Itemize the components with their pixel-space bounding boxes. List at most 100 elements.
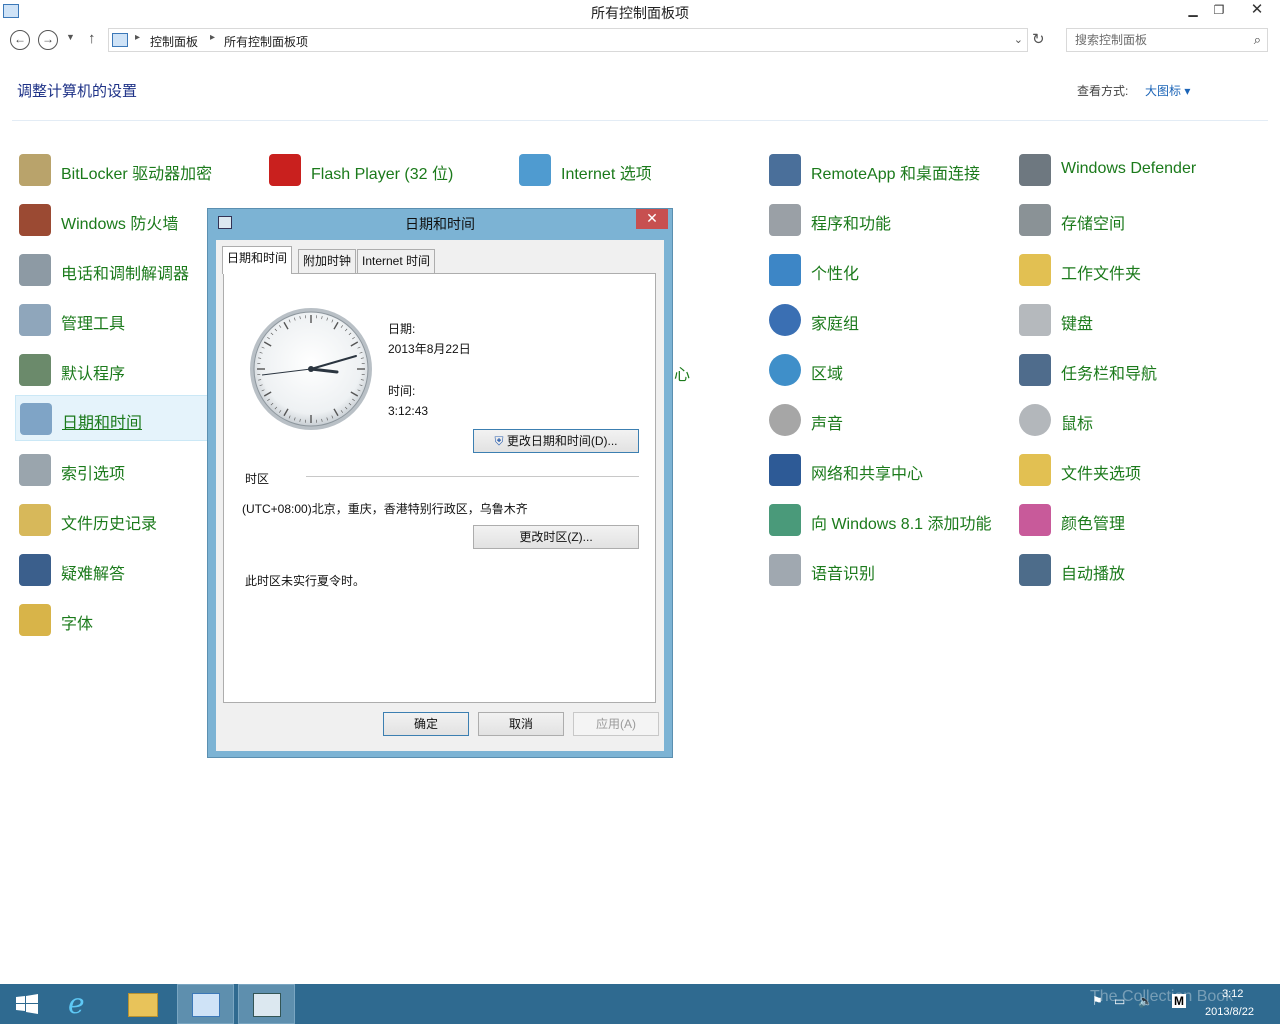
search-icon[interactable]: ⌕ xyxy=(1254,32,1261,48)
color-management-icon xyxy=(1019,504,1051,536)
refresh-icon[interactable]: ↻ xyxy=(1032,30,1045,48)
item-add-features[interactable]: 向 Windows 8.1 添加功能 xyxy=(765,497,1013,543)
header-divider xyxy=(12,120,1268,121)
breadcrumb-control-panel[interactable]: 控制面板 xyxy=(150,33,198,50)
item-programs-features[interactable]: 程序和功能 xyxy=(765,197,1013,243)
folder-options-icon xyxy=(1019,454,1051,486)
date-time-dialog: 日期和时间 ✕ 日期和时间 附加时钟 Internet 时间 日期: 2013年… xyxy=(207,208,673,758)
item-network-sharing[interactable]: 网络和共享中心 xyxy=(765,447,1013,493)
item-personalization[interactable]: 个性化 xyxy=(765,247,1013,293)
internet-explorer-icon: e xyxy=(68,987,85,1020)
view-by-label: 查看方式: xyxy=(1077,84,1129,98)
flash-player-icon xyxy=(269,154,301,186)
tab-internet-time[interactable]: Internet 时间 xyxy=(357,249,436,273)
cancel-button[interactable]: 取消 xyxy=(478,712,564,736)
change-date-time-button[interactable]: ⛨ 更改日期和时间(D)... xyxy=(473,429,639,453)
tab-panel: 日期: 2013年8月22日 时间: 3:12:43 ⛨ 更改日期和时间(D).… xyxy=(223,273,656,703)
programs-features-icon xyxy=(769,204,801,236)
item-mouse[interactable]: 鼠标 xyxy=(1015,397,1263,443)
taskbar-control-panel[interactable] xyxy=(177,984,234,1024)
item-region[interactable]: 区域 xyxy=(765,347,1013,393)
item-keyboard[interactable]: 键盘 xyxy=(1015,297,1263,343)
taskbar-internet-explorer[interactable]: e xyxy=(56,984,112,1024)
item-windows-defender[interactable]: Windows Defender xyxy=(1015,147,1263,193)
change-timezone-button[interactable]: 更改时区(Z)... xyxy=(473,525,639,549)
bitlocker-icon xyxy=(19,154,51,186)
file-history-icon xyxy=(19,504,51,536)
folder-icon xyxy=(128,993,158,1017)
item-work-folders[interactable]: 工作文件夹 xyxy=(1015,247,1263,293)
shield-icon: ⛨ xyxy=(494,434,504,448)
recent-locations-dropdown-icon[interactable]: ▼ xyxy=(66,32,75,42)
dst-note: 此时区未实行夏令时。 xyxy=(245,574,366,588)
item-sound[interactable]: 声音 xyxy=(765,397,1013,443)
item-date-time[interactable]: 日期和时间 xyxy=(15,395,209,441)
date-label: 日期: xyxy=(388,322,416,336)
timezone-value: (UTC+08:00)北京，重庆，香港特别行政区，乌鲁木齐 xyxy=(242,502,528,516)
minimize-button[interactable]: ▁ xyxy=(1180,0,1206,22)
partial-item-label[interactable]: 心 xyxy=(674,361,690,385)
homegroup-icon xyxy=(769,304,801,336)
address-dropdown-icon[interactable]: ⌄ xyxy=(1014,33,1023,46)
sound-icon xyxy=(769,404,801,436)
item-storage-spaces[interactable]: 存储空间 xyxy=(1015,197,1263,243)
window-title: 所有控制面板项 xyxy=(591,5,689,21)
volume-icon[interactable]: 🔈 xyxy=(1138,994,1153,1008)
control-panel-icon xyxy=(112,33,128,47)
item-flash-player[interactable]: Flash Player (32 位) xyxy=(265,147,513,193)
add-features-icon xyxy=(769,504,801,536)
taskbar-date[interactable]: 2013/8/22 xyxy=(1205,1006,1254,1018)
view-by-dropdown[interactable]: 大图标 ▾ xyxy=(1145,82,1190,99)
mouse-icon xyxy=(1019,404,1051,436)
timezone-heading: 时区 xyxy=(245,472,270,486)
address-bar[interactable]: ▸ 控制面板 ▸ 所有控制面板项 ⌄ xyxy=(108,28,1028,52)
item-remoteapp[interactable]: RemoteApp 和桌面连接 xyxy=(765,147,1013,193)
watermark: The Collection Book xyxy=(1090,988,1234,1005)
windows-logo-icon xyxy=(16,994,38,1014)
fonts-icon xyxy=(19,604,51,636)
tab-date-time[interactable]: 日期和时间 xyxy=(222,246,293,274)
microphone-icon xyxy=(769,554,801,586)
item-folder-options[interactable]: 文件夹选项 xyxy=(1015,447,1263,493)
date-time-icon xyxy=(20,403,52,435)
item-internet-options[interactable]: Internet 选项 xyxy=(515,147,763,193)
item-bitlocker[interactable]: BitLocker 驱动器加密 xyxy=(15,147,263,193)
search-input[interactable] xyxy=(1067,29,1245,51)
default-programs-icon xyxy=(19,354,51,386)
restore-button[interactable]: ❐ xyxy=(1206,0,1232,22)
flag-icon[interactable]: ⚑ xyxy=(1092,994,1103,1008)
breadcrumb-chevron-icon[interactable]: ▸ xyxy=(135,32,140,43)
input-method-icon[interactable]: M xyxy=(1172,994,1186,1008)
apply-button[interactable]: 应用(A) xyxy=(573,712,659,736)
taskbar: e The Collection Book ⚑ ▭ 🔈 M 3:12 2013/… xyxy=(0,984,1280,1024)
timezone-divider xyxy=(306,476,639,477)
taskbar-file-explorer[interactable] xyxy=(116,984,172,1024)
up-arrow-icon[interactable]: ↑ xyxy=(88,30,96,47)
item-homegroup[interactable]: 家庭组 xyxy=(765,297,1013,343)
date-value: 2013年8月22日 xyxy=(388,342,471,356)
window-titlebar: 所有控制面板项 ▁ ❐ ✕ xyxy=(0,0,1280,23)
firewall-icon xyxy=(19,204,51,236)
admin-tools-icon xyxy=(19,304,51,336)
dialog-client: 日期和时间 附加时钟 Internet 时间 日期: 2013年8月22日 时间… xyxy=(216,240,664,751)
item-speech-recognition[interactable]: 语音识别 xyxy=(765,547,1013,593)
breadcrumb-all-items[interactable]: 所有控制面板项 xyxy=(224,33,308,50)
ok-button[interactable]: 确定 xyxy=(383,712,469,736)
taskbar-date-time[interactable] xyxy=(238,984,295,1024)
breadcrumb-chevron-icon[interactable]: ▸ xyxy=(210,32,215,43)
forward-button[interactable]: → xyxy=(38,30,58,50)
date-time-icon xyxy=(253,993,281,1017)
item-color-management[interactable]: 颜色管理 xyxy=(1015,497,1263,543)
tab-additional-clocks[interactable]: 附加时钟 xyxy=(298,249,357,273)
dialog-title: 日期和时间 xyxy=(405,216,475,232)
navigation-bar: ← → ▼ ↑ ▸ 控制面板 ▸ 所有控制面板项 ⌄ ↻ ⌕ xyxy=(0,26,1280,54)
network-icon[interactable]: ▭ xyxy=(1114,994,1125,1008)
close-button[interactable]: ✕ xyxy=(1234,0,1280,22)
search-box[interactable]: ⌕ xyxy=(1066,28,1268,52)
start-button[interactable] xyxy=(0,984,56,1024)
taskbar-time[interactable]: 3:12 xyxy=(1222,988,1243,1000)
dialog-close-button[interactable]: ✕ xyxy=(636,209,668,229)
item-taskbar-navigation[interactable]: 任务栏和导航 xyxy=(1015,347,1263,393)
item-autoplay[interactable]: 自动播放 xyxy=(1015,547,1263,593)
back-button[interactable]: ← xyxy=(10,30,30,50)
